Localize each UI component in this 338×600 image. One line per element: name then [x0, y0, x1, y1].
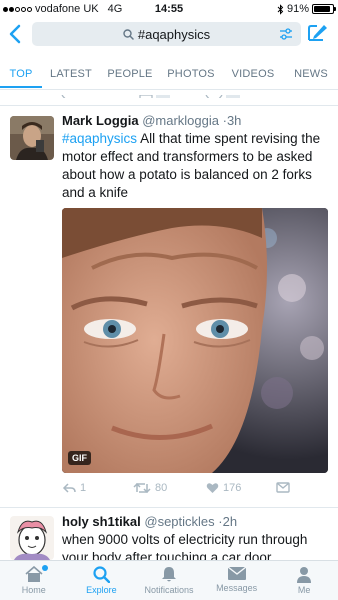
search-tabs: TOP LATEST PEOPLE PHOTOS VIDEOS NEWS: [0, 62, 338, 90]
tweet-text: #aqaphysics All that time spent revising…: [62, 130, 330, 202]
like-button[interactable]: 176: [206, 482, 241, 494]
bottom-tab-bar: Home Explore Notifications Messages Me: [0, 560, 338, 600]
bluetooth-icon: [277, 3, 284, 15]
battery-percent: 91%: [286, 3, 309, 15]
hashtag-link[interactable]: #aqaphysics: [62, 131, 137, 146]
tabbar-home[interactable]: Home: [0, 561, 68, 600]
tweet-time: 2h: [222, 514, 238, 529]
tab-top[interactable]: TOP: [0, 62, 42, 88]
gif-badge: GIF: [68, 451, 91, 465]
tweet-text: when 9000 volts of electricity run throu…: [62, 532, 308, 560]
tweet-actions: 1 80 176: [62, 482, 330, 498]
heart-icon: [206, 483, 219, 493]
avatar[interactable]: [10, 516, 54, 560]
tabbar-label: Messages: [216, 583, 258, 593]
back-chevron-icon[interactable]: [6, 22, 26, 46]
tweet-time: 3h: [226, 113, 242, 128]
retweet-count: 80: [155, 482, 168, 494]
reply-count: 1: [80, 482, 87, 494]
avatar[interactable]: [10, 116, 54, 160]
filter-icon[interactable]: [279, 27, 293, 41]
tab-people[interactable]: PEOPLE: [100, 62, 160, 88]
retweet-icon: [133, 482, 151, 494]
status-right: 91%: [277, 3, 336, 15]
retweet-button[interactable]: 80: [133, 482, 167, 494]
author-name[interactable]: Mark Loggia: [62, 113, 139, 128]
direct-message-button[interactable]: [276, 482, 290, 493]
tabbar-me[interactable]: Me: [270, 561, 338, 600]
tabbar-explore[interactable]: Explore: [68, 561, 136, 600]
tab-news[interactable]: NEWS: [284, 62, 338, 88]
tweet-header: holy sh1tikal @septickles ·2h: [62, 514, 330, 530]
tabbar-label: Me: [297, 585, 311, 595]
like-count: 176: [223, 482, 242, 494]
home-notification-dot: [42, 565, 48, 571]
envelope-icon: [276, 482, 290, 493]
tweet[interactable]: holy sh1tikal @septickles ·2h when 9000 …: [0, 508, 338, 560]
search-icon: [93, 566, 110, 583]
reply-icon: [62, 483, 76, 493]
reply-button[interactable]: 1: [62, 482, 86, 494]
person-icon: [297, 567, 312, 583]
home-icon: [25, 566, 43, 582]
author-name[interactable]: holy sh1tikal: [62, 514, 141, 529]
tabbar-label: Home: [21, 585, 46, 595]
compose-icon[interactable]: [306, 22, 328, 44]
tabbar-label: Notifications: [144, 585, 194, 595]
author-handle[interactable]: @markloggia: [142, 113, 219, 128]
tabbar-messages[interactable]: Messages: [203, 561, 271, 600]
author-handle[interactable]: @septickles: [144, 514, 214, 529]
bell-icon: [161, 567, 176, 582]
tweet-media-gif[interactable]: GIF: [62, 208, 328, 473]
tab-latest[interactable]: LATEST: [42, 62, 100, 88]
tabbar-label: Explore: [86, 585, 117, 595]
battery-icon: [312, 4, 336, 14]
search-header: #aqaphysics: [0, 20, 338, 50]
tab-photos[interactable]: PHOTOS: [160, 62, 222, 88]
battery-fill: [314, 6, 331, 12]
status-bar: vodafone UK 4G 14:55 91%: [0, 0, 338, 20]
search-icon: [123, 28, 134, 40]
tweet-body: Mark Loggia @markloggia ·3h #aqaphysics …: [62, 113, 330, 202]
previous-tweet-actions: [60, 90, 330, 98]
search-query: #aqaphysics: [137, 26, 211, 42]
search-input[interactable]: #aqaphysics: [32, 22, 301, 46]
tweet-body: holy sh1tikal @septickles ·2h when 9000 …: [62, 514, 330, 560]
tabbar-notifications[interactable]: Notifications: [135, 561, 203, 600]
tab-videos[interactable]: VIDEOS: [222, 62, 284, 88]
envelope-icon: [227, 566, 247, 580]
tweet-header: Mark Loggia @markloggia ·3h: [62, 113, 330, 129]
